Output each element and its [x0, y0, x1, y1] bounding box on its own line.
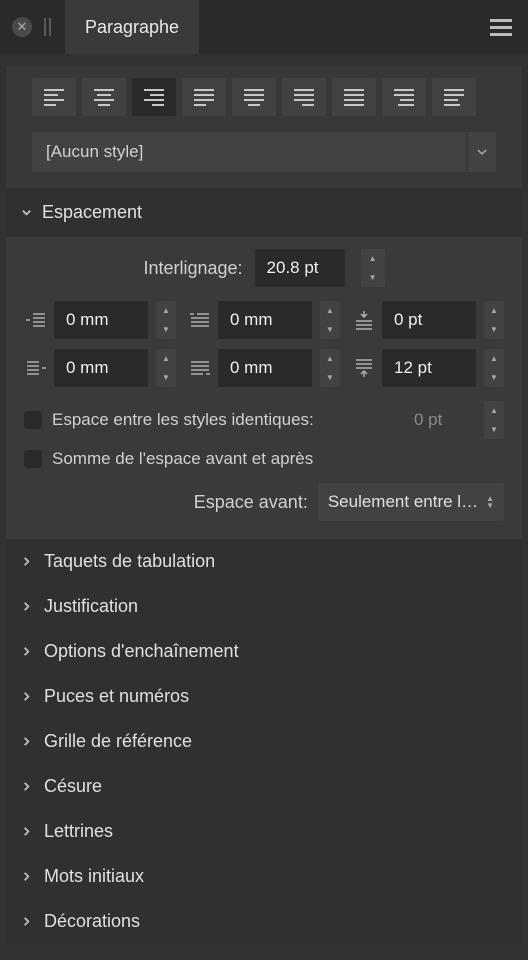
alignment-toolbar: [6, 66, 522, 132]
section-spacing-header[interactable]: Espacement: [6, 188, 522, 237]
align-spine-button[interactable]: [382, 78, 426, 116]
last-line-input[interactable]: 0 mm: [218, 349, 312, 387]
indent-right-input[interactable]: 0 mm: [54, 349, 148, 387]
justify-right-button[interactable]: [282, 78, 326, 116]
section-tabs-header[interactable]: Taquets de tabulation: [6, 539, 522, 584]
sum-label: Somme de l'espace avant et après: [52, 449, 504, 469]
section-bullets-label: Puces et numéros: [44, 686, 189, 707]
align-center-button[interactable]: [82, 78, 126, 116]
chevron-right-icon: [20, 916, 32, 928]
chevron-down-icon: [20, 207, 32, 219]
first-line-indent-icon: [188, 309, 212, 331]
space-after-stepper[interactable]: ▲▼: [484, 349, 504, 387]
chevron-right-icon: [20, 781, 32, 793]
section-justification-label: Justification: [44, 596, 138, 617]
first-line-stepper[interactable]: ▲▼: [320, 301, 340, 339]
section-initial-header[interactable]: Mots initiaux: [6, 854, 522, 899]
dock-icon[interactable]: [44, 18, 51, 36]
same-style-stepper[interactable]: ▲▼: [484, 401, 504, 439]
style-dropdown-icon[interactable]: [468, 132, 496, 172]
spacing-body: Interlignage: 20.8 pt ▲▼ 0 mm ▲▼ 0 mm ▲▼…: [6, 237, 522, 539]
panel-header: ✕ Paragraphe: [0, 0, 528, 54]
section-deco-label: Décorations: [44, 911, 140, 932]
section-flow-header[interactable]: Options d'enchaînement: [6, 629, 522, 674]
close-icon[interactable]: ✕: [12, 17, 32, 37]
chevron-right-icon: [20, 601, 32, 613]
section-hyphen-header[interactable]: Césure: [6, 764, 522, 809]
chevron-right-icon: [20, 826, 32, 838]
chevron-right-icon: [20, 691, 32, 703]
panel-menu-icon[interactable]: [490, 19, 512, 36]
indent-left-input[interactable]: 0 mm: [54, 301, 148, 339]
section-spacing-title: Espacement: [42, 202, 142, 223]
section-tabs-label: Taquets de tabulation: [44, 551, 215, 572]
section-dropcaps-header[interactable]: Lettrines: [6, 809, 522, 854]
sum-checkbox[interactable]: [24, 450, 42, 468]
indent-left-stepper[interactable]: ▲▼: [156, 301, 176, 339]
justify-all-button[interactable]: [332, 78, 376, 116]
leading-input[interactable]: 20.8 pt: [255, 249, 345, 287]
section-initial-label: Mots initiaux: [44, 866, 144, 887]
chevron-right-icon: [20, 556, 32, 568]
space-before-mode-value: Seulement entre l…: [328, 492, 478, 512]
indent-left-icon: [24, 309, 48, 331]
section-hyphen-label: Césure: [44, 776, 102, 797]
same-style-checkbox[interactable]: [24, 411, 42, 429]
space-after-icon: [352, 357, 376, 379]
section-bullets-header[interactable]: Puces et numéros: [6, 674, 522, 719]
justify-center-button[interactable]: [232, 78, 276, 116]
space-before-mode-select[interactable]: Seulement entre l… ▲▼: [318, 483, 504, 521]
section-flow-label: Options d'enchaînement: [44, 641, 239, 662]
chevron-right-icon: [20, 871, 32, 883]
tab-paragraphe[interactable]: Paragraphe: [65, 0, 199, 54]
section-baseline-label: Grille de référence: [44, 731, 192, 752]
section-dropcaps-label: Lettrines: [44, 821, 113, 842]
indent-right-icon: [24, 357, 48, 379]
justify-left-button[interactable]: [182, 78, 226, 116]
leading-label: Interlignage:: [143, 258, 242, 279]
chevron-right-icon: [20, 646, 32, 658]
same-style-input[interactable]: 0 pt: [402, 401, 472, 439]
same-style-label: Espace entre les styles identiques:: [52, 410, 392, 430]
updown-icon: ▲▼: [486, 496, 494, 509]
space-before-stepper[interactable]: ▲▼: [484, 301, 504, 339]
before-label: Espace avant:: [24, 492, 308, 513]
last-line-indent-icon: [188, 357, 212, 379]
section-baseline-header[interactable]: Grille de référence: [6, 719, 522, 764]
indent-right-stepper[interactable]: ▲▼: [156, 349, 176, 387]
leading-dropdown[interactable]: ▲▼: [361, 249, 385, 287]
space-before-icon: [352, 309, 376, 331]
last-line-stepper[interactable]: ▲▼: [320, 349, 340, 387]
align-right-button[interactable]: [132, 78, 176, 116]
chevron-right-icon: [20, 736, 32, 748]
align-away-spine-button[interactable]: [432, 78, 476, 116]
space-after-input[interactable]: 12 pt: [382, 349, 476, 387]
section-justification-header[interactable]: Justification: [6, 584, 522, 629]
section-deco-header[interactable]: Décorations: [6, 899, 522, 944]
align-left-button[interactable]: [32, 78, 76, 116]
space-before-input[interactable]: 0 pt: [382, 301, 476, 339]
paragraph-style-select[interactable]: [Aucun style]: [32, 132, 466, 172]
first-line-input[interactable]: 0 mm: [218, 301, 312, 339]
